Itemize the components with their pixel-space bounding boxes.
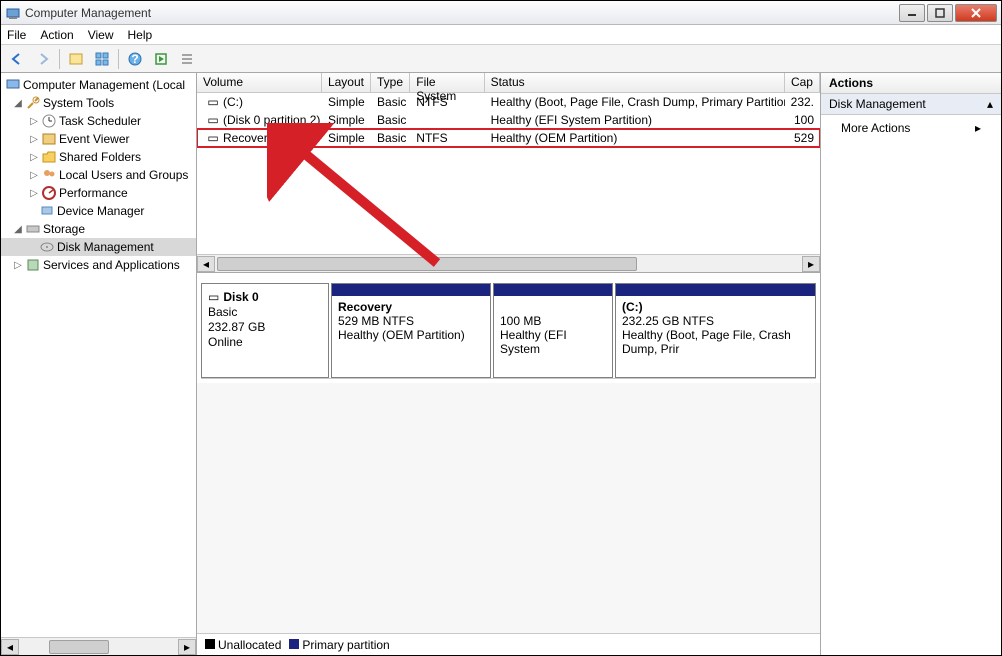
disk-graphical-pane: ▭ Disk 0 Basic 232.87 GB Online Recovery … (197, 273, 820, 383)
partition-title: Recovery (338, 300, 392, 314)
scroll-right-icon[interactable]: ▸ (178, 639, 196, 655)
disk-state: Online (208, 335, 322, 349)
back-button[interactable] (5, 47, 29, 71)
svg-text:?: ? (131, 52, 138, 66)
help-button[interactable]: ? (123, 47, 147, 71)
scroll-left-icon[interactable]: ◂ (197, 256, 215, 272)
tree-local-users[interactable]: ▷ Local Users and Groups (1, 166, 196, 184)
volume-row[interactable]: ▭(C:) Simple Basic NTFS Healthy (Boot, P… (197, 93, 820, 111)
actions-more[interactable]: More Actions ▸ (821, 115, 1001, 141)
device-icon (39, 203, 55, 219)
col-status[interactable]: Status (485, 73, 785, 92)
col-layout[interactable]: Layout (322, 73, 371, 92)
forward-button[interactable] (31, 47, 55, 71)
list-button[interactable] (175, 47, 199, 71)
scroll-thumb[interactable] (217, 257, 637, 271)
expand-icon[interactable]: ▷ (29, 116, 39, 127)
folder-icon (41, 149, 57, 165)
computer-icon (5, 77, 21, 93)
titlebar: Computer Management (1, 1, 1001, 25)
collapse-icon[interactable]: ◢ (13, 224, 23, 235)
window-title: Computer Management (25, 6, 899, 20)
toolbar: ? (1, 45, 1001, 73)
volume-icon: ▭ (203, 113, 223, 127)
tree-event-viewer[interactable]: ▷ Event Viewer (1, 130, 196, 148)
expand-icon[interactable]: ▷ (29, 188, 39, 199)
menu-help[interactable]: Help (128, 28, 153, 42)
action-button[interactable] (149, 47, 173, 71)
col-filesystem[interactable]: File System (410, 73, 484, 92)
actions-pane: Actions Disk Management ▴ More Actions ▸ (821, 73, 1001, 655)
event-icon (41, 131, 57, 147)
partition-recovery[interactable]: Recovery 529 MB NTFS Healthy (OEM Partit… (331, 283, 491, 378)
tree-task-scheduler[interactable]: ▷ Task Scheduler (1, 112, 196, 130)
legend-swatch-primary (289, 639, 299, 649)
volume-row-highlighted[interactable]: ▭Recovery Simple Basic NTFS Healthy (OEM… (197, 129, 820, 147)
menu-file[interactable]: File (7, 28, 26, 42)
partition-c[interactable]: (C:) 232.25 GB NTFS Healthy (Boot, Page … (615, 283, 816, 378)
expand-icon[interactable]: ▷ (13, 260, 23, 271)
disk-size: 232.87 GB (208, 320, 322, 334)
volume-row[interactable]: ▭(Disk 0 partition 2) Simple Basic Healt… (197, 111, 820, 129)
tree-storage[interactable]: ◢ Storage (1, 220, 196, 238)
scroll-thumb[interactable] (49, 640, 109, 654)
menu-action[interactable]: Action (40, 28, 73, 42)
tree-scrollbar[interactable]: ◂ ▸ (1, 637, 196, 655)
content-pane: Volume Layout Type File System Status Ca… (197, 73, 821, 655)
clock-icon (41, 113, 57, 129)
properties-button[interactable] (64, 47, 88, 71)
expand-icon[interactable]: ▷ (29, 134, 39, 145)
tree-system-tools[interactable]: ◢ System Tools (1, 94, 196, 112)
volume-icon: ▭ (203, 95, 223, 109)
legend: Unallocated Primary partition (197, 633, 820, 655)
disk-icon (39, 239, 55, 255)
col-capacity[interactable]: Cap (785, 73, 820, 92)
tree-root[interactable]: Computer Management (Local (1, 76, 196, 94)
volume-list: Volume Layout Type File System Status Ca… (197, 73, 820, 273)
col-volume[interactable]: Volume (197, 73, 322, 92)
scroll-right-icon[interactable]: ▸ (802, 256, 820, 272)
disk-label[interactable]: ▭ Disk 0 Basic 232.87 GB Online (201, 283, 329, 378)
collapse-icon[interactable]: ◢ (13, 98, 23, 109)
volume-header: Volume Layout Type File System Status Ca… (197, 73, 820, 93)
chevron-right-icon: ▸ (975, 121, 981, 135)
actions-header: Actions (821, 73, 1001, 94)
scroll-left-icon[interactable]: ◂ (1, 639, 19, 655)
tree-disk-management[interactable]: Disk Management (1, 238, 196, 256)
volume-icon: ▭ (203, 131, 223, 145)
tools-icon (25, 95, 41, 111)
maximize-button[interactable] (927, 4, 953, 22)
refresh-button[interactable] (90, 47, 114, 71)
users-icon (41, 167, 57, 183)
navigation-tree: Computer Management (Local ◢ System Tool… (1, 73, 197, 655)
volume-scrollbar[interactable]: ◂ ▸ (197, 254, 820, 272)
partition-efi[interactable]: 100 MB Healthy (EFI System (493, 283, 613, 378)
menu-view[interactable]: View (88, 28, 114, 42)
minimize-button[interactable] (899, 4, 925, 22)
partition-title: (C:) (622, 300, 643, 314)
tree-device-manager[interactable]: Device Manager (1, 202, 196, 220)
legend-swatch-unallocated (205, 639, 215, 649)
tree-services[interactable]: ▷ Services and Applications (1, 256, 196, 274)
menubar: File Action View Help (1, 25, 1001, 45)
disk-icon: ▭ (208, 290, 219, 304)
disk-name: Disk 0 (223, 290, 258, 304)
expand-icon[interactable]: ▷ (29, 170, 39, 181)
tree-shared-folders[interactable]: ▷ Shared Folders (1, 148, 196, 166)
collapse-icon[interactable]: ▴ (987, 97, 993, 111)
close-button[interactable] (955, 4, 997, 22)
actions-section[interactable]: Disk Management ▴ (821, 94, 1001, 115)
services-icon (25, 257, 41, 273)
disk-type: Basic (208, 305, 322, 319)
app-icon (5, 5, 21, 21)
expand-icon[interactable]: ▷ (29, 152, 39, 163)
performance-icon (41, 185, 57, 201)
col-type[interactable]: Type (371, 73, 410, 92)
tree-performance[interactable]: ▷ Performance (1, 184, 196, 202)
storage-icon (25, 221, 41, 237)
